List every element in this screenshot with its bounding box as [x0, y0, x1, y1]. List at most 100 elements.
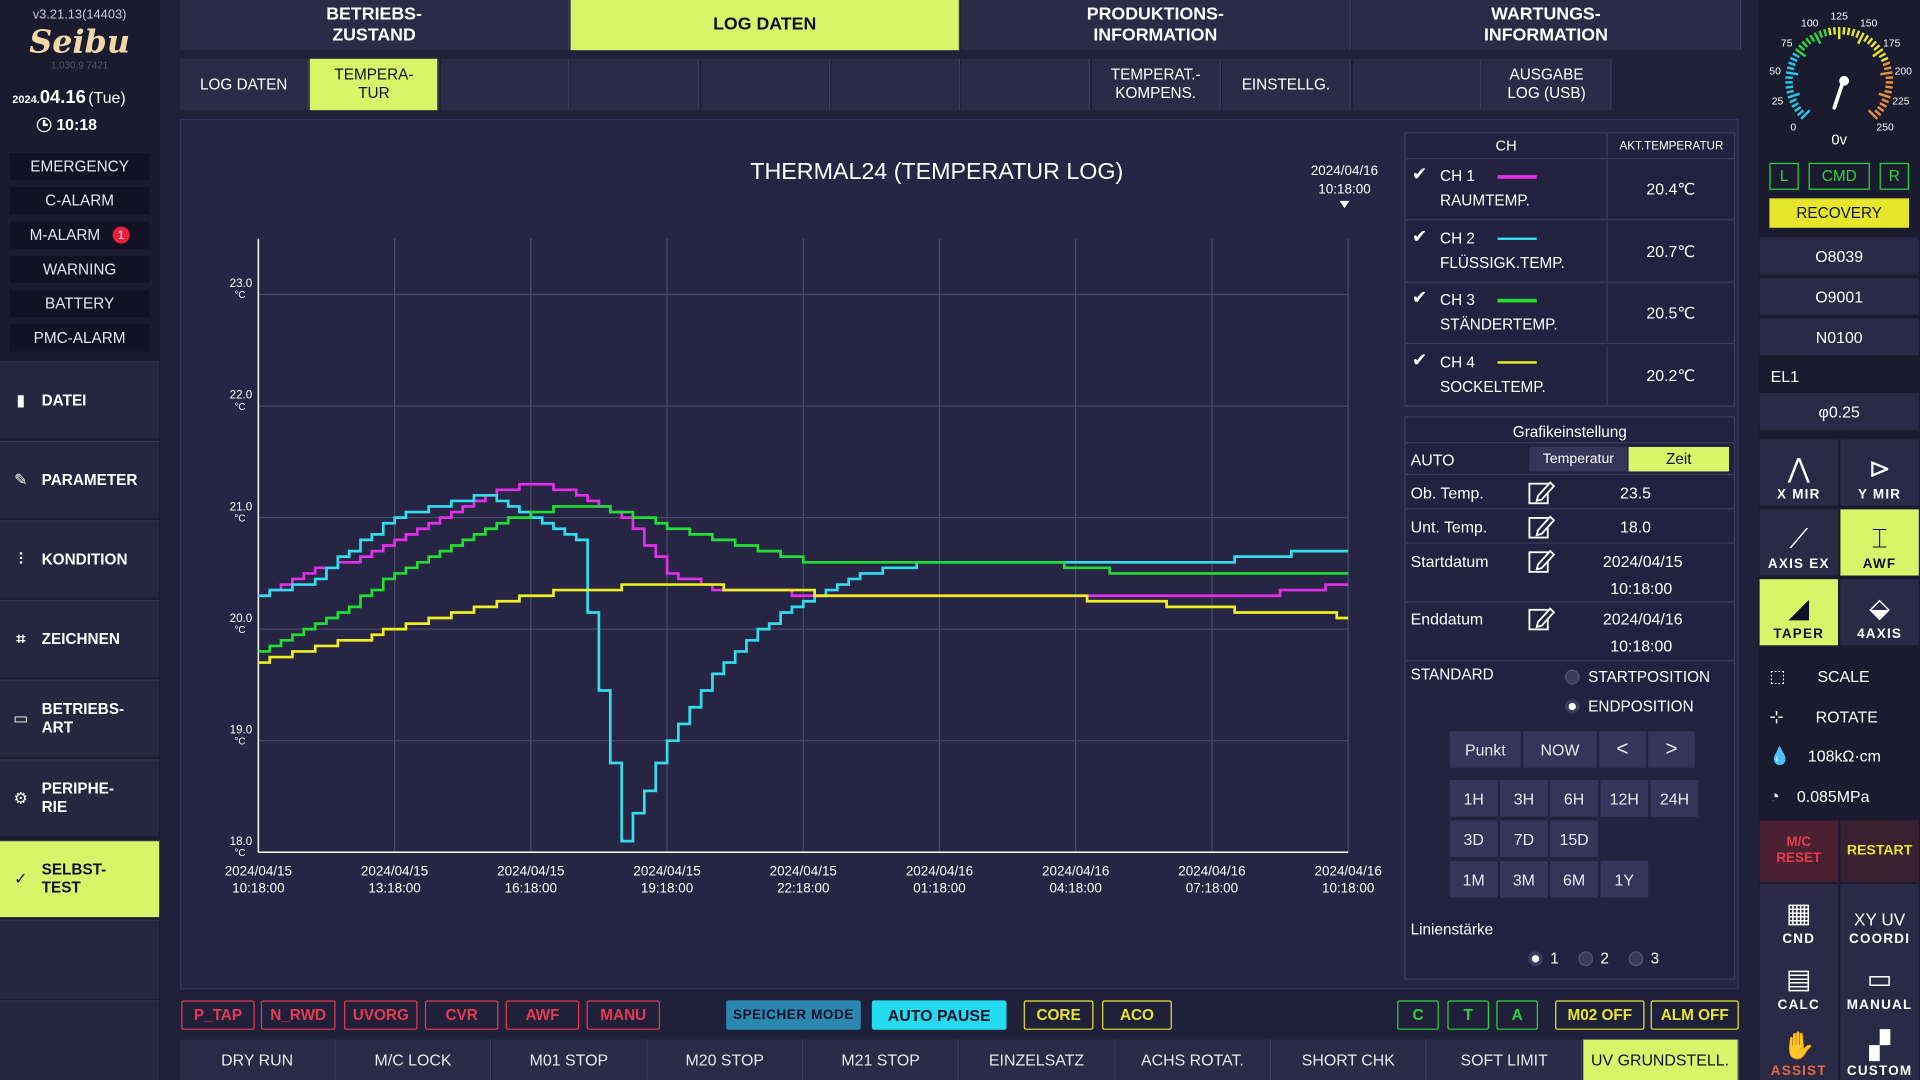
alarm-warning[interactable]: WARNING — [9, 255, 150, 283]
recovery-button[interactable]: RECOVERY — [1769, 198, 1909, 228]
sub-tab-einstellg[interactable]: EINSTELLG. — [1222, 58, 1351, 111]
check-icon[interactable]: ✔ — [1412, 348, 1427, 371]
sub-tab-empty[interactable] — [961, 58, 1091, 111]
cnd-button[interactable]: ▦ CND — [1759, 884, 1838, 951]
mc-reset-button[interactable]: M/C RESET — [1759, 820, 1838, 882]
channel-row[interactable]: ✔ CH 1 RAUMTEMP. 20.4℃ — [1405, 159, 1734, 221]
end-time-value[interactable]: 10:18:00 — [1610, 637, 1672, 655]
y-mir-button[interactable]: ⊳ Y MIR — [1840, 439, 1919, 506]
sub-tab-log[interactable]: LOG DATEN — [180, 58, 309, 111]
edit-icon[interactable] — [1528, 479, 1556, 512]
mode-button-m-c-lock[interactable]: M/C LOCK — [335, 1039, 492, 1080]
mode-button-uv-grundstell-[interactable]: UV GRUNDSTELL. — [1582, 1039, 1739, 1080]
range-24h-button[interactable]: 24H — [1650, 780, 1699, 817]
channel-row[interactable]: ✔ CH 3 STÄNDERTEMP. 20.5℃ — [1405, 282, 1734, 345]
top-tab-produktions[interactable]: PRODUKTIONS- INFORMATION — [961, 0, 1351, 51]
nav-parameter[interactable]: ✎ PARAMETER — [0, 440, 160, 518]
custom-button[interactable]: ▞ CUSTOM — [1840, 1016, 1919, 1080]
start-date-value[interactable]: 2024/04/15 — [1603, 552, 1683, 570]
range-1m-button[interactable]: 1M — [1449, 860, 1498, 898]
mode-button-m01-stop[interactable]: M01 STOP — [491, 1039, 648, 1080]
m02-off-tag[interactable]: M02 OFF — [1555, 1000, 1645, 1030]
auto-temperature-option[interactable]: Temperatur — [1529, 446, 1628, 472]
sub-tab-temperat[interactable]: TEMPERAT.- KOMPENS. — [1092, 58, 1221, 111]
lower-temp-value[interactable]: 18.0 — [1620, 518, 1651, 536]
mode-button-einzelsatz[interactable]: EINZELSATZ — [959, 1039, 1115, 1080]
top-tab-wartungs[interactable]: WARTUNGS- INFORMATION — [1351, 0, 1742, 51]
next-button[interactable]: > — [1648, 731, 1695, 768]
sub-tab-empty[interactable] — [831, 58, 961, 111]
range-12h-button[interactable]: 12H — [1600, 780, 1649, 817]
sub-tab-empty[interactable] — [1352, 58, 1482, 111]
edit-icon[interactable] — [1528, 547, 1556, 580]
mode-button-m20-stop[interactable]: M20 STOP — [647, 1039, 804, 1080]
alarm-c-alarm[interactable]: C-ALARM — [9, 187, 150, 215]
top-tab-log[interactable]: LOG DATEN — [570, 0, 961, 51]
endposition-radio[interactable]: ENDPOSITION — [1564, 698, 1694, 715]
line-width-3-radio[interactable]: 3 — [1628, 950, 1659, 967]
range-3d-button[interactable]: 3D — [1449, 820, 1498, 858]
range-6m-button[interactable]: 6M — [1550, 860, 1598, 898]
status-tag-uvorg[interactable]: UVORG — [344, 1000, 418, 1030]
edit-icon[interactable] — [1528, 605, 1556, 638]
mode-button-achs-rotat-[interactable]: ACHS ROTAT. — [1115, 1039, 1271, 1080]
check-icon[interactable]: ✔ — [1412, 163, 1427, 185]
end-date-value[interactable]: 2024/04/16 — [1603, 610, 1683, 628]
status-tag-cvr[interactable]: CVR — [424, 1000, 499, 1030]
check-icon[interactable]: ✔ — [1412, 287, 1427, 309]
mode-button-dry-run[interactable]: DRY RUN — [180, 1039, 336, 1080]
startposition-radio[interactable]: STARTPOSITION — [1564, 669, 1710, 686]
sub-tab-tempera[interactable]: TEMPERA- TUR — [310, 58, 439, 111]
axis-ex-button[interactable]: ⟋ AXIS EX — [1759, 509, 1838, 576]
c-tag[interactable]: C — [1397, 1000, 1439, 1030]
alarm-emergency[interactable]: EMERGENCY — [9, 153, 150, 181]
prev-button[interactable]: < — [1599, 731, 1646, 768]
mode-button-m21-stop[interactable]: M21 STOP — [803, 1039, 960, 1080]
sub-tab-empty[interactable] — [440, 58, 570, 111]
cursor-marker[interactable] — [1339, 200, 1350, 209]
speicher-mode-tag[interactable]: SPEICHER MODE — [726, 1000, 861, 1030]
core-tag[interactable]: CORE — [1023, 1000, 1094, 1030]
range-3h-button[interactable]: 3H — [1500, 780, 1548, 817]
a-tag[interactable]: A — [1496, 1000, 1538, 1030]
range-1y-button[interactable]: 1Y — [1600, 860, 1649, 898]
status-tag-manu[interactable]: MANU — [586, 1000, 661, 1030]
sub-tab-empty[interactable] — [570, 58, 700, 111]
top-tab-betriebs[interactable]: BETRIEBS- ZUSTAND — [180, 0, 570, 51]
manual-button[interactable]: ▭ MANUAL — [1840, 950, 1919, 1017]
alarm-m-alarm[interactable]: M-ALARM 1 — [9, 221, 150, 249]
scale-item[interactable]: ⬚ SCALE — [1760, 658, 1919, 695]
range-7d-button[interactable]: 7D — [1500, 820, 1548, 858]
channel-row[interactable]: ✔ CH 2 FLÜSSIGK.TEMP. 20.7℃ — [1405, 221, 1734, 283]
alarm-battery[interactable]: BATTERY — [9, 290, 150, 318]
coordi-button[interactable]: XY UV COORDI — [1840, 884, 1919, 951]
auto-time-option[interactable]: Zeit — [1628, 446, 1729, 472]
alarm-pmc-alarm[interactable]: PMC-ALARM — [9, 324, 150, 352]
assist-button[interactable]: ✋ ASSIST — [1759, 1016, 1838, 1080]
channel-row[interactable]: ✔ CH 4 SOCKELTEMP. 20.2℃ — [1405, 344, 1734, 406]
nav-zeichnen[interactable]: ⌗ ZEICHNEN — [0, 600, 160, 678]
sub-tab-empty[interactable] — [701, 58, 830, 111]
auto-pause-tag[interactable]: AUTO PAUSE — [871, 1000, 1007, 1030]
upper-temp-value[interactable]: 23.5 — [1620, 484, 1651, 502]
nav-periphe[interactable]: ⚙ PERIPHE- RIE — [0, 759, 160, 837]
nav-betriebs[interactable]: ▭ BETRIEBS- ART — [0, 679, 160, 757]
start-time-value[interactable]: 10:18:00 — [1610, 579, 1672, 597]
line-width-2-radio[interactable]: 2 — [1578, 950, 1609, 967]
mode-button-short-chk[interactable]: SHORT CHK — [1271, 1039, 1427, 1080]
now-button[interactable]: NOW — [1523, 731, 1597, 768]
punkt-button[interactable]: Punkt — [1449, 731, 1521, 768]
range-3m-button[interactable]: 3M — [1500, 860, 1548, 898]
range-1h-button[interactable]: 1H — [1449, 780, 1498, 817]
aco-tag[interactable]: ACO — [1102, 1000, 1172, 1030]
alm-off-tag[interactable]: ALM OFF — [1650, 1000, 1739, 1030]
mode-button-soft-limit[interactable]: SOFT LIMIT — [1427, 1039, 1583, 1080]
taper-button[interactable]: ◢ TAPER — [1759, 579, 1838, 646]
restart-button[interactable]: RESTART — [1840, 820, 1919, 882]
line-width-1-radio[interactable]: 1 — [1528, 950, 1559, 967]
rotate-item[interactable]: ⊹ ROTATE — [1760, 698, 1919, 735]
status-tag-n_rwd[interactable]: N_RWD — [260, 1000, 336, 1030]
x-mir-button[interactable]: ⋀ X MIR — [1759, 439, 1838, 506]
nav-kondition[interactable]: ⫶ KONDITION — [0, 520, 160, 598]
awf-button[interactable]: ⌶ AWF — [1840, 509, 1919, 576]
